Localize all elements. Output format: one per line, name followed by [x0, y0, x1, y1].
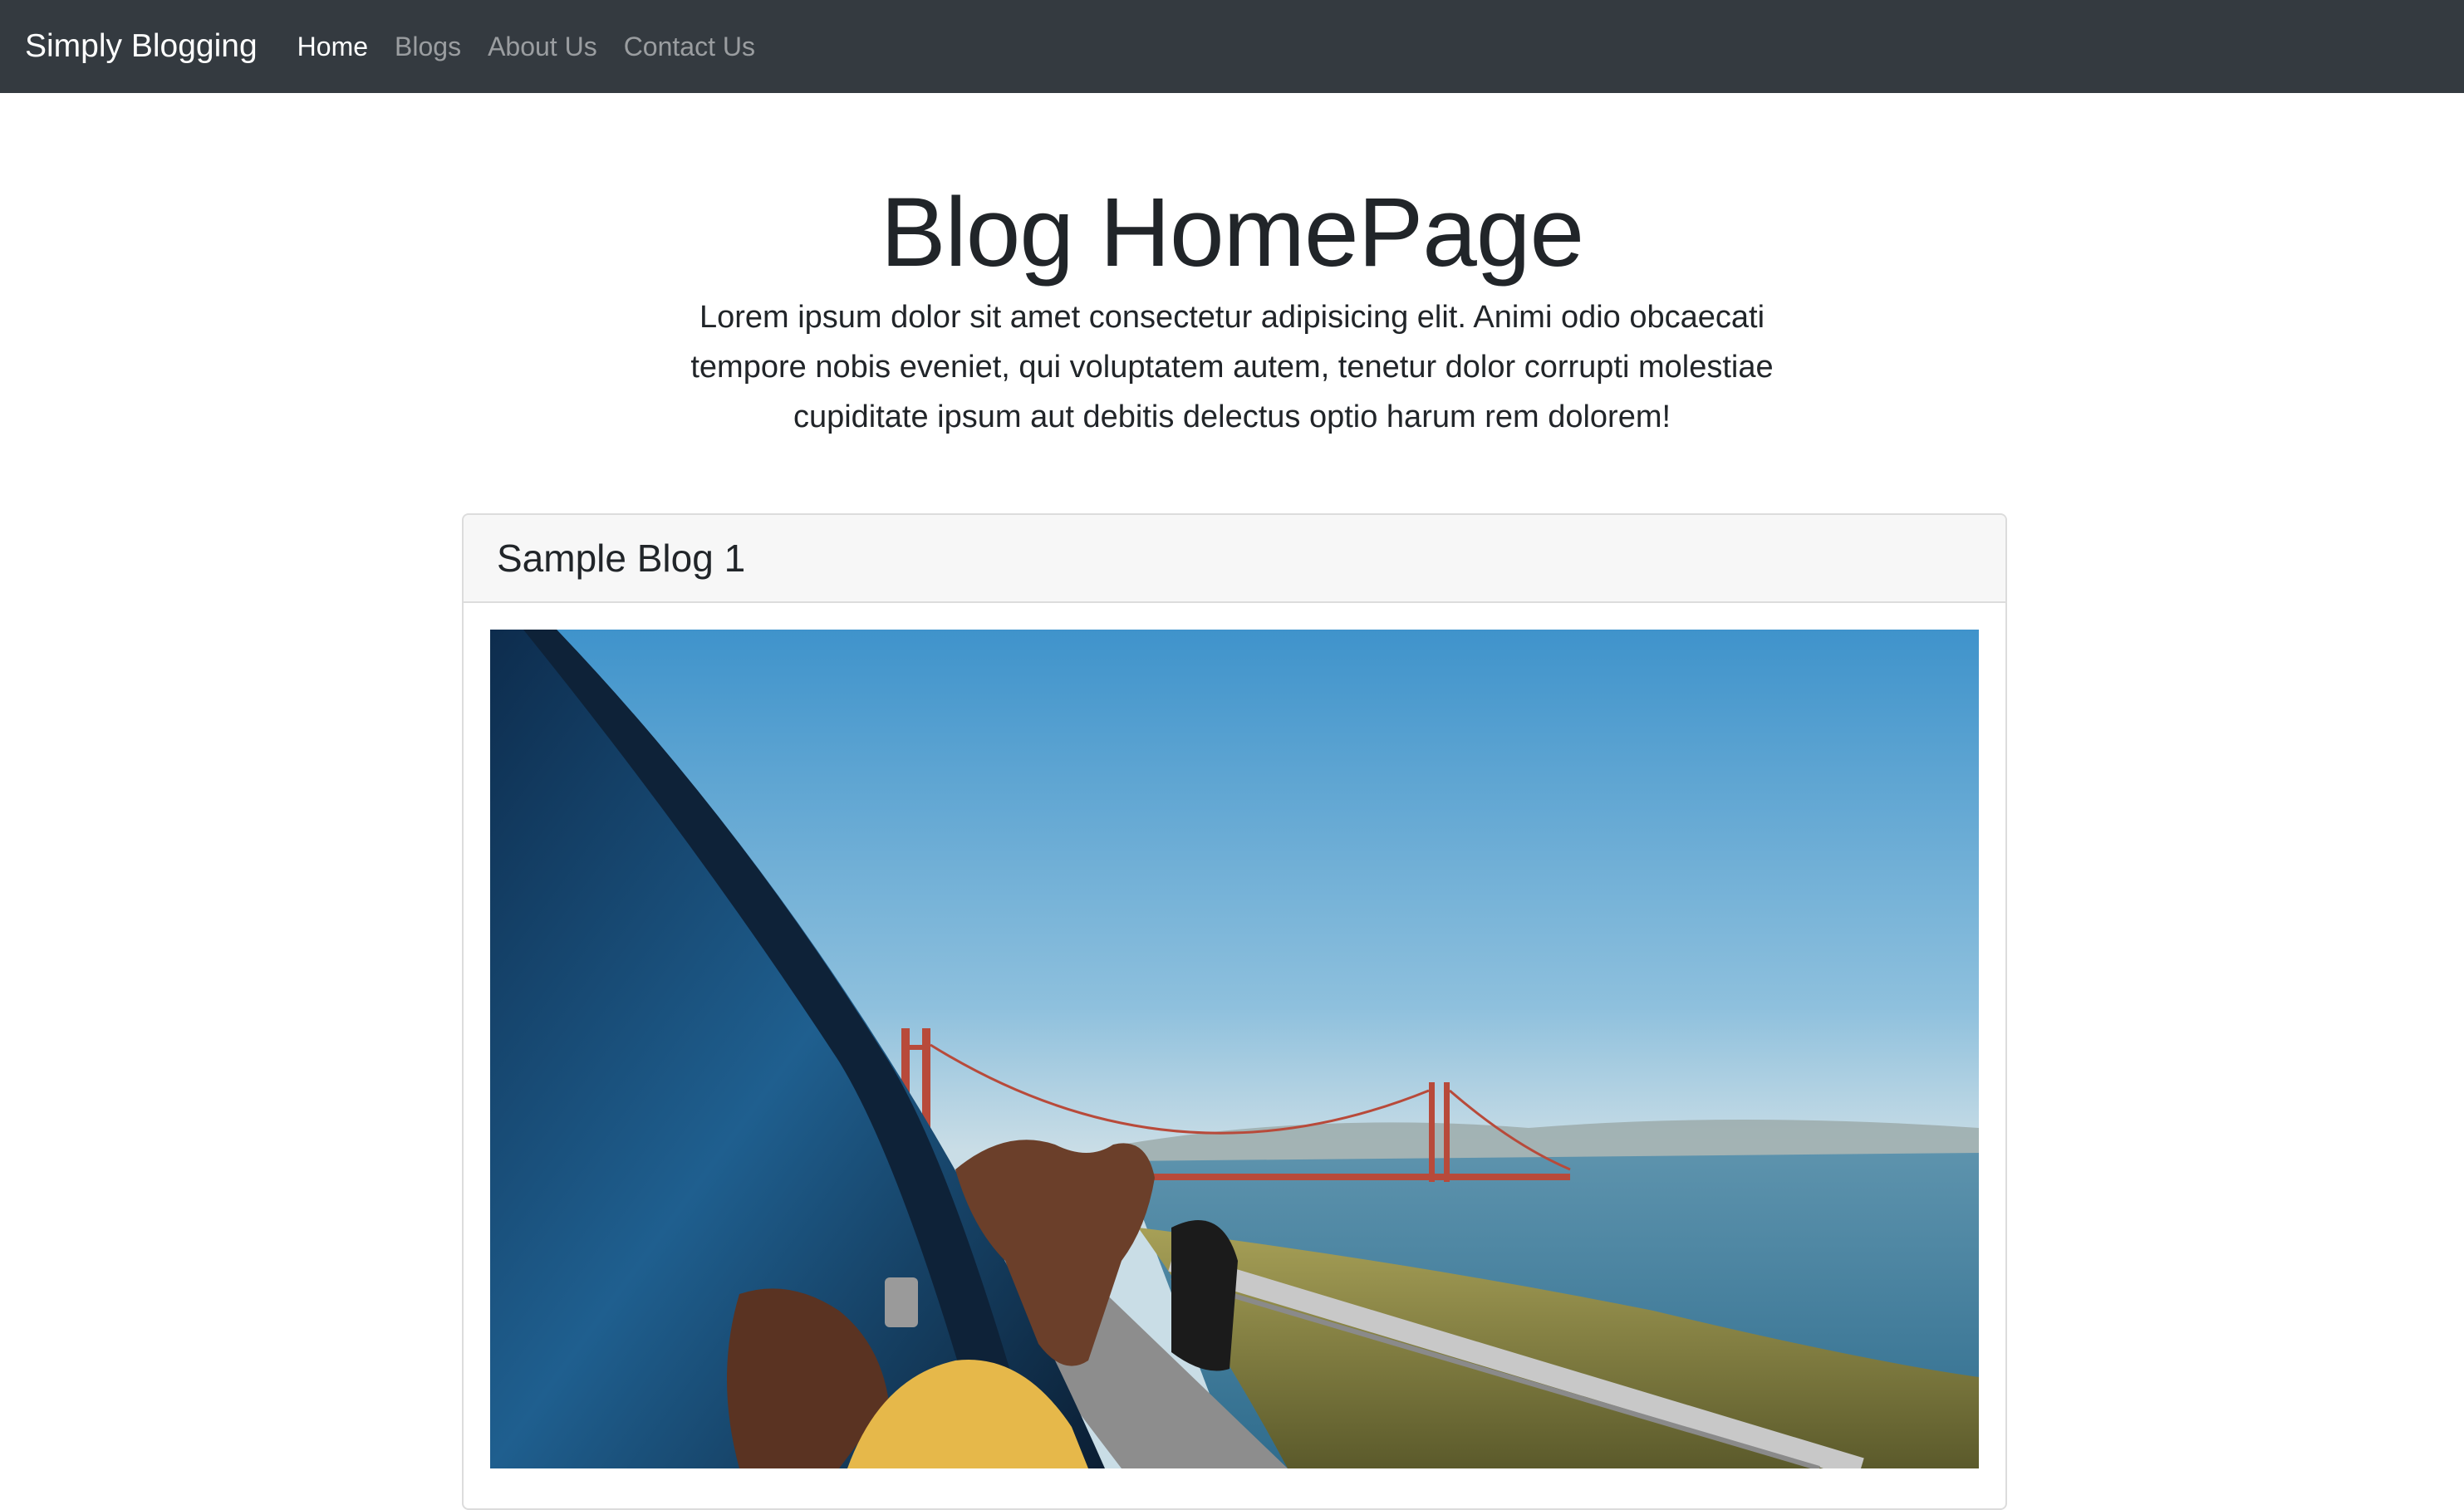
blog-card: Sample Blog 1 [462, 513, 2007, 1510]
page-title: Blog HomePage [880, 178, 1584, 287]
blog-card-title: Sample Blog 1 [497, 537, 746, 580]
nav-contact-link[interactable]: Contact Us [624, 32, 755, 62]
hero-lead-text: Lorem ipsum dolor sit amet consectetur a… [690, 299, 1774, 434]
hero-section: Blog HomePage Lorem ipsum dolor sit amet… [0, 93, 2464, 442]
blog-card-header: Sample Blog 1 [464, 515, 2005, 603]
nav-home-link[interactable]: Home [297, 32, 368, 62]
nav-about-link[interactable]: About Us [488, 32, 597, 62]
blog-card-body [464, 603, 2005, 1495]
blog-card-image [490, 630, 1979, 1468]
top-navbar: Simply Blogging Home Blogs About Us Cont… [0, 0, 2464, 93]
nav-blogs-link[interactable]: Blogs [395, 32, 461, 62]
brand-link[interactable]: Simply Blogging [25, 28, 258, 65]
nav-links: Home Blogs About Us Contact Us [297, 32, 782, 62]
